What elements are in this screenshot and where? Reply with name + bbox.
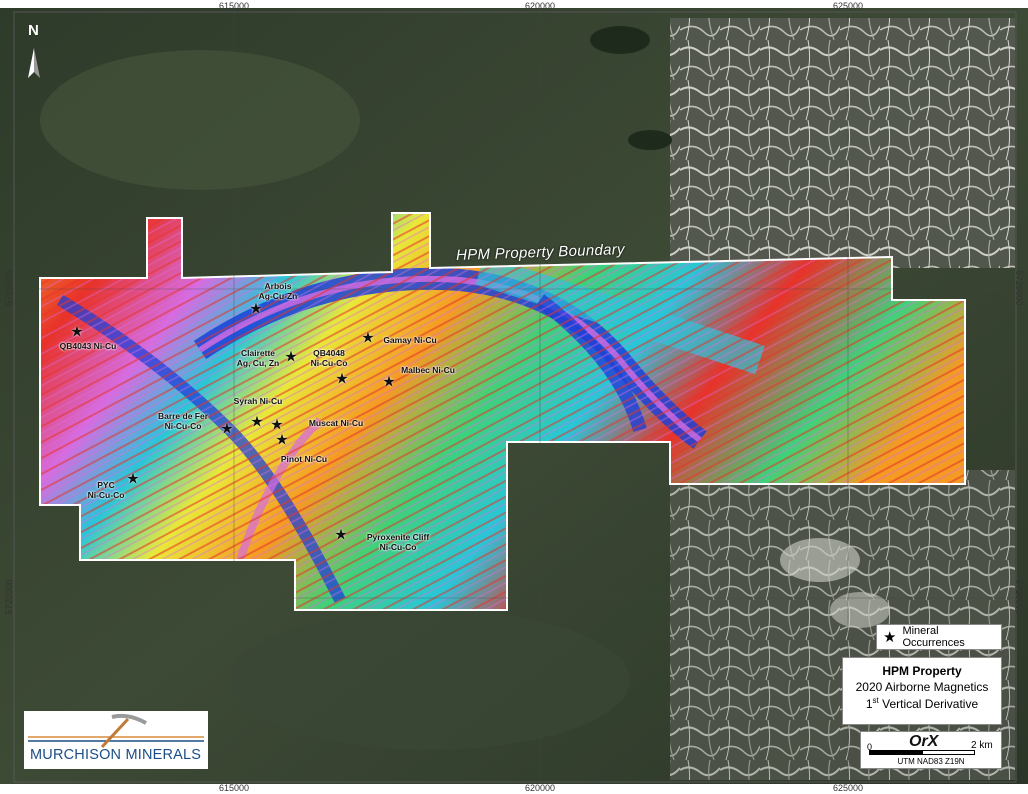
- northing-label: 5720000: [1014, 579, 1024, 615]
- northing-label: 5725000: [1014, 270, 1024, 306]
- northing-label: 5725000: [4, 270, 14, 306]
- mineral-occurrence-star-icon: ★: [249, 300, 263, 318]
- easting-label: 620000: [524, 783, 556, 793]
- scale-bar-graphic: [869, 750, 975, 755]
- legend: ★ Mineral Occurrences: [876, 624, 1002, 650]
- occurrence-label-pyroxenite-cliff: Pyroxenite Cliff Ni-Cu-Co: [366, 532, 430, 552]
- company-logo: MURCHISON MINERALS: [24, 711, 208, 769]
- pickaxe-icon: [28, 713, 204, 749]
- easting-label: 615000: [218, 783, 250, 793]
- occurrence-label-gamay: Gamay Ni-Cu: [383, 335, 437, 345]
- occurrence-label-pinot: Pinot Ni-Cu: [280, 454, 328, 464]
- lake: [628, 130, 672, 150]
- occurrence-label-qb4043: QB4043 Ni-Cu: [59, 341, 117, 351]
- title-block: HPM Property 2020 Airborne Magnetics 1st…: [842, 657, 1002, 725]
- easting-label: 615000: [218, 1, 250, 11]
- occurrence-label-barre-de-fer: Barre de Fer Ni-Cu-Co: [157, 411, 209, 431]
- terrain-shade: [230, 610, 630, 750]
- occurrence-label-malbec: Malbec Ni-Cu: [401, 365, 455, 375]
- occurrence-label-syrah: Syrah Ni-Cu: [233, 396, 283, 406]
- occurrence-label-clairette: Clairette Ag, Cu, Zn: [236, 348, 280, 368]
- occurrence-label-muscat: Muscat Ni-Cu: [308, 418, 364, 428]
- occurrence-label-arbois: Arbois Ag-Cu-Zn: [258, 281, 298, 301]
- scale-bar: OrX 0 2 km UTM NAD83 Z19N: [860, 731, 1002, 769]
- mineral-occurrence-star-icon: ★: [382, 373, 396, 391]
- mineral-occurrence-star-icon: ★: [284, 348, 298, 366]
- mineral-occurrence-star-icon: ★: [250, 413, 264, 431]
- occurrence-label-pyc: PYC Ni-Cu-Co: [87, 480, 125, 500]
- legend-star-icon: ★: [883, 629, 897, 646]
- mineral-occurrence-star-icon: ★: [270, 416, 284, 434]
- mineral-occurrence-star-icon: ★: [220, 420, 234, 438]
- company-name: MURCHISON MINERALS: [30, 747, 202, 763]
- mineral-occurrence-star-icon: ★: [361, 329, 375, 347]
- projection-label: UTM NAD83 Z19N: [897, 757, 965, 766]
- mineral-occurrence-star-icon: ★: [126, 470, 140, 488]
- easting-label: 625000: [832, 1, 864, 11]
- occurrence-label-qb4048: QB4048 Ni-Cu-Co: [310, 348, 348, 368]
- map-subtitle-2: 1st Vertical Derivative: [865, 696, 979, 711]
- lidar-patch-north: [670, 18, 1015, 268]
- north-label: N: [28, 22, 39, 39]
- lake: [830, 592, 890, 628]
- mineral-occurrence-star-icon: ★: [70, 323, 84, 341]
- mineral-occurrence-star-icon: ★: [334, 526, 348, 544]
- map-title: HPM Property: [882, 664, 962, 678]
- map-subtitle: 2020 Airborne Magnetics: [855, 680, 989, 694]
- terrain-shade: [40, 50, 360, 190]
- easting-label: 620000: [524, 1, 556, 11]
- easting-label: 625000: [832, 783, 864, 793]
- scale-logo: OrX: [909, 733, 939, 750]
- legend-label: Mineral Occurrences: [902, 625, 965, 649]
- mineral-occurrence-star-icon: ★: [335, 370, 349, 388]
- mineral-occurrence-star-icon: ★: [275, 431, 289, 449]
- map-canvas: 615000 620000 625000 615000 620000 62500…: [0, 0, 1028, 794]
- lake: [590, 26, 650, 54]
- northing-label: 5720000: [4, 579, 14, 615]
